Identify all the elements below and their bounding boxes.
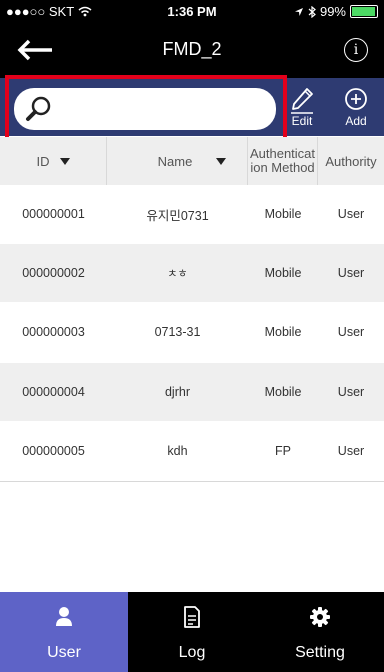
column-header-name-label: Name (157, 153, 193, 169)
column-header-auth-method: Authenticat ion Method (248, 137, 318, 185)
cell-authority: User (337, 385, 365, 399)
cell-authority: User (337, 444, 365, 458)
document-icon (184, 606, 200, 628)
table-row[interactable]: 000000003 0713-31 Mobile User (0, 303, 384, 361)
location-icon (294, 7, 303, 16)
cell-auth-method: Mobile (264, 325, 302, 339)
column-header-authority: Authority (325, 153, 377, 169)
cell-id: 000000002 (22, 266, 85, 280)
cell-auth-method: Mobile (264, 385, 302, 399)
table-row[interactable]: 000000001 유지민0731 Mobile User (0, 185, 384, 243)
add-button[interactable]: Add (334, 86, 378, 132)
cell-authority: User (337, 266, 365, 280)
tab-user[interactable]: User (0, 592, 128, 672)
tab-setting[interactable]: Setting (256, 592, 384, 672)
cell-id: 000000004 (22, 385, 85, 399)
status-bar: ●●●○○ SKT 1:36 PM 99% (0, 0, 384, 22)
user-icon (56, 607, 72, 626)
tab-setting-label: Setting (295, 644, 345, 661)
column-header-name[interactable]: Name (107, 137, 248, 185)
battery-icon (350, 5, 378, 18)
info-button[interactable]: i (344, 38, 368, 62)
pencil-icon (291, 88, 313, 114)
gear-icon (310, 607, 330, 627)
tab-log-label: Log (178, 644, 206, 661)
bluetooth-icon (308, 5, 316, 18)
cell-auth-method: FP (275, 444, 291, 458)
toolbar: Edit Add (0, 78, 384, 136)
table-divider (0, 481, 384, 482)
tab-log[interactable]: Log (128, 592, 256, 672)
column-header-id[interactable]: ID (0, 137, 107, 185)
tab-bar: User Log Setting (0, 592, 384, 672)
cell-name: 유지민0731 (146, 208, 209, 223)
cell-id: 000000003 (22, 325, 85, 339)
cell-name: djrhr (164, 385, 190, 399)
search-icon (26, 96, 51, 121)
navigation-bar: FMD_2 i (0, 22, 384, 78)
battery-percent: 99% (319, 4, 346, 19)
table-header: ID Name Authenticat ion Method Authority (0, 137, 384, 186)
search-box[interactable] (14, 88, 276, 130)
status-right-group: 99% (294, 4, 378, 19)
cell-authority: User (337, 207, 365, 221)
table-row[interactable]: 000000004 djrhr Mobile User (0, 363, 384, 421)
cell-name: ㅊㅎ (167, 268, 188, 280)
cell-authority: User (337, 325, 365, 339)
table-row[interactable]: 000000005 kdh FP User (0, 422, 384, 480)
table-row[interactable]: 000000002 ㅊㅎ Mobile User (0, 244, 384, 302)
sort-down-icon (216, 157, 227, 165)
page-title: FMD_2 (162, 39, 222, 59)
edit-label: Edit (291, 114, 313, 128)
sort-down-icon (59, 157, 70, 165)
search-input[interactable] (58, 88, 262, 130)
column-header-id-label: ID (36, 153, 50, 169)
cell-auth-method: Mobile (264, 266, 302, 280)
plus-circle-icon (345, 88, 367, 110)
cell-id: 000000001 (22, 207, 85, 221)
tab-user-label: User (47, 644, 81, 661)
cell-id: 000000005 (22, 444, 85, 458)
cell-name: kdh (167, 444, 188, 458)
edit-button[interactable]: Edit (280, 86, 324, 132)
cell-name: 0713-31 (154, 325, 201, 339)
cell-auth-method: Mobile (264, 207, 302, 221)
add-label: Add (345, 114, 367, 128)
